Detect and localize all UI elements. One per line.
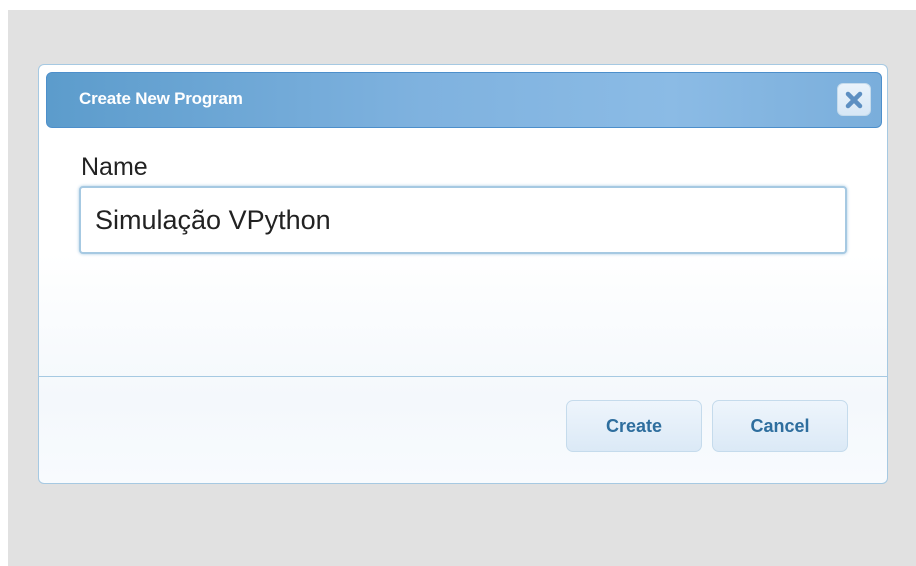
create-button[interactable]: Create: [566, 400, 702, 452]
close-icon: [845, 91, 863, 108]
dialog-divider: [39, 376, 887, 377]
create-program-dialog: Create New Program Name Create Cancel: [38, 64, 888, 484]
cancel-button[interactable]: Cancel: [712, 400, 848, 452]
name-input[interactable]: [79, 186, 847, 254]
dialog-titlebar: Create New Program: [46, 72, 882, 128]
dialog-title: Create New Program: [79, 89, 243, 108]
name-label: Name: [81, 153, 148, 181]
close-button[interactable]: [837, 83, 871, 116]
